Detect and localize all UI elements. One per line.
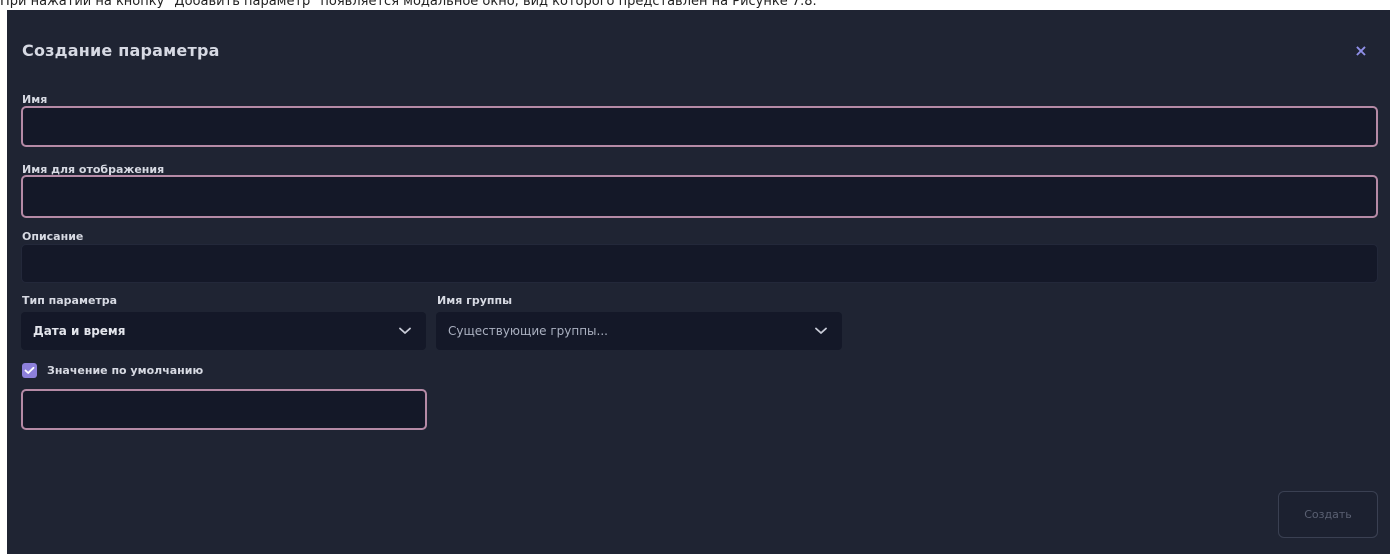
- chevron-down-icon: [398, 324, 412, 338]
- description-field[interactable]: [21, 244, 1378, 283]
- create-parameter-modal: Создание параметра × Имя Имя для отображ…: [7, 10, 1390, 554]
- default-value-row: Значение по умолчанию: [22, 361, 203, 379]
- description-label: Описание: [22, 230, 84, 243]
- name-label: Имя: [22, 93, 48, 106]
- default-value-checkbox[interactable]: [22, 362, 37, 378]
- default-value-label: Значение по умолчанию: [47, 363, 204, 377]
- param-type-select[interactable]: Дата и время: [21, 312, 426, 350]
- param-type-label: Тип параметра: [22, 294, 118, 307]
- group-name-label: Имя группы: [437, 294, 513, 307]
- name-field[interactable]: [21, 106, 1378, 147]
- chevron-down-icon: [814, 324, 828, 338]
- close-icon[interactable]: ×: [1350, 39, 1372, 61]
- document-caption: При нажатии на кнопку "Добавить параметр…: [0, 0, 817, 9]
- create-button[interactable]: Создать: [1278, 491, 1378, 538]
- group-name-select[interactable]: Существующие группы...: [436, 312, 842, 350]
- default-value-field[interactable]: [21, 389, 427, 430]
- display-name-field[interactable]: [21, 175, 1378, 218]
- check-icon: [24, 366, 35, 374]
- group-name-placeholder: Существующие группы...: [448, 324, 608, 338]
- param-type-value: Дата и время: [33, 324, 126, 338]
- modal-title: Создание параметра: [22, 41, 220, 60]
